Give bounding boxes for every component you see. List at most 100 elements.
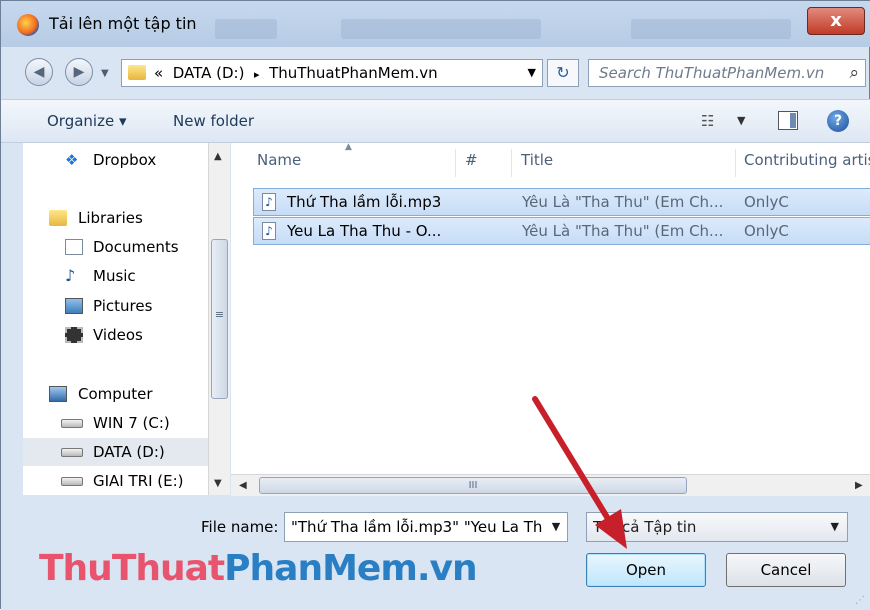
nav-item-pictures[interactable]: Pictures [23,292,209,320]
watermark-part-1: ThuThuat [39,548,225,589]
nav-item-label: Videos [93,326,143,344]
nav-item-label: DATA (D:) [93,443,165,461]
file-artist: OnlyC [744,193,789,211]
nav-item-documents[interactable]: Documents [23,233,209,261]
address-overflow-chevron[interactable]: « [154,64,163,82]
file-row[interactable]: ♪ Yeu La Tha Thu - O... Yêu Là "Tha Thu"… [253,217,870,245]
resize-grip-icon[interactable]: ⋰ [855,595,865,606]
background-tab-blur [631,19,791,39]
cancel-button[interactable]: Cancel [726,553,846,587]
window-title: Tải lên một tập tin [49,14,197,33]
nav-item-label: Pictures [93,297,153,315]
file-list-horizontal-scrollbar[interactable]: ◀ III ▶ [231,474,870,496]
file-name: Thứ Tha lầm lỗi.mp3 [287,193,442,211]
nav-item-label: GIAI TRI (E:) [93,472,184,490]
scrollbar-thumb[interactable]: ≡ [211,239,228,399]
column-header-artist[interactable]: Contributing artis [744,151,870,169]
forward-button[interactable]: ▶ [65,58,93,86]
address-field[interactable]: « DATA (D:) ▸ ThuThuatPhanMem.vn ▼ [121,59,543,87]
help-icon[interactable]: ? [827,110,849,132]
recent-pages-dropdown[interactable]: ▼ [101,68,109,79]
nav-item-computer[interactable]: Computer [23,380,209,408]
background-tab-blur [215,19,277,39]
nav-item-giaitri-drive[interactable]: GIAI TRI (E:) [23,467,209,495]
nav-item-music[interactable]: ♪ Music [23,262,209,290]
dialog-footer: File name: "Thứ Tha lầm lỗi.mp3" "Yeu La… [1,496,870,610]
file-name-dropdown-icon[interactable]: ▼ [545,513,567,541]
nav-item-videos[interactable]: Videos [23,321,209,349]
audio-file-icon: ♪ [262,222,276,240]
breadcrumb-data-drive[interactable]: DATA (D:) [173,64,245,82]
watermark-part-2: PhanMem.vn [224,548,477,589]
drive-icon [61,448,83,457]
file-title: Yêu Là "Tha Thu" (Em Ch... [522,193,724,211]
watermark-logo: ThuThuatPhanMem.vn [39,548,478,589]
file-name-label: File name: [201,518,279,536]
documents-icon [65,239,83,255]
file-artist: OnlyC [744,222,789,240]
music-icon: ♪ [65,266,76,285]
column-separator[interactable] [511,149,512,177]
title-bar: Tải lên một tập tin x [1,1,870,47]
videos-icon [65,327,83,343]
nav-item-label: Music [93,267,136,285]
file-type-dropdown-icon[interactable]: ▼ [831,520,839,533]
scroll-left-arrow-icon[interactable]: ◀ [239,480,247,491]
view-options-dropdown-icon[interactable]: ▼ [737,114,745,127]
search-icon[interactable]: ⌕ [849,63,859,83]
scroll-down-arrow-icon[interactable]: ▼ [214,478,222,489]
file-type-value: Tất cả Tập tin [593,518,697,536]
column-header-number[interactable]: # [465,151,478,169]
refresh-button[interactable]: ↻ [547,59,579,87]
scrollbar-grip-icon: ≡ [214,308,225,321]
navigation-pane: ❖ Dropbox Libraries Documents ♪ Music Pi… [23,143,209,495]
back-button[interactable]: ◀ [25,58,53,86]
preview-pane-icon[interactable] [778,111,798,130]
drive-icon [61,477,83,486]
new-folder-button[interactable]: New folder [173,112,254,130]
file-list-pane: ▲ Name # Title Contributing artis ♪ Thứ … [231,143,870,495]
scroll-right-arrow-icon[interactable]: ▶ [855,480,863,491]
column-header-title[interactable]: Title [521,151,553,169]
file-name-value: "Thứ Tha lầm lỗi.mp3" "Yeu La Th [291,518,543,536]
nav-item-label: WIN 7 (C:) [93,414,170,432]
column-separator[interactable] [735,149,736,177]
file-name-input[interactable]: "Thứ Tha lầm lỗi.mp3" "Yeu La Th ▼ [284,512,568,542]
file-type-select[interactable]: Tất cả Tập tin ▼ [586,512,848,542]
nav-item-data-drive[interactable]: DATA (D:) [23,438,209,466]
command-toolbar: Organize ▾ New folder ☷ ▼ ? [1,99,870,143]
pictures-icon [65,298,83,314]
audio-file-icon: ♪ [262,193,276,211]
nav-item-label: Libraries [78,209,143,227]
organize-button[interactable]: Organize ▾ [47,112,127,130]
dropbox-icon: ❖ [65,151,79,169]
column-header-name[interactable]: Name [257,151,301,169]
file-name: Yeu La Tha Thu - O... [287,222,442,240]
change-view-icon[interactable]: ☷ [701,112,714,130]
search-field[interactable]: Search ThuThuatPhanMem.vn ⌕ [588,59,866,87]
file-row[interactable]: ♪ Thứ Tha lầm lỗi.mp3 Yêu Là "Tha Thu" (… [253,188,870,216]
firefox-icon [17,14,39,36]
open-button[interactable]: Open [586,553,706,587]
address-path: « DATA (D:) ▸ ThuThuatPhanMem.vn [154,64,438,82]
breadcrumb-separator[interactable]: ▸ [254,68,260,81]
scroll-up-arrow-icon[interactable]: ▲ [214,151,222,162]
search-placeholder: Search ThuThuatPhanMem.vn [599,64,825,82]
address-dropdown-icon[interactable]: ▼ [528,66,536,79]
breadcrumb-current-folder[interactable]: ThuThuatPhanMem.vn [269,64,438,82]
nav-item-dropbox[interactable]: ❖ Dropbox [23,146,209,174]
file-upload-dialog: Tải lên một tập tin x ◀ ▶ ▼ « DATA (D:) … [0,0,870,610]
scrollbar-thumb[interactable]: III [259,477,687,494]
navigation-pane-scrollbar[interactable]: ▲ ≡ ▼ [208,143,230,495]
drive-icon [61,419,83,428]
column-separator[interactable] [455,149,456,177]
file-title: Yêu Là "Tha Thu" (Em Ch... [522,222,724,240]
nav-item-libraries[interactable]: Libraries [23,204,209,232]
address-bar-row: ◀ ▶ ▼ « DATA (D:) ▸ ThuThuatPhanMem.vn ▼… [1,53,870,93]
background-tab-blur [341,19,541,39]
libraries-icon [49,210,67,226]
close-button[interactable]: x [807,7,865,35]
nav-item-win7-drive[interactable]: WIN 7 (C:) [23,409,209,437]
sort-ascending-icon: ▲ [345,143,352,152]
folder-icon [128,65,146,80]
